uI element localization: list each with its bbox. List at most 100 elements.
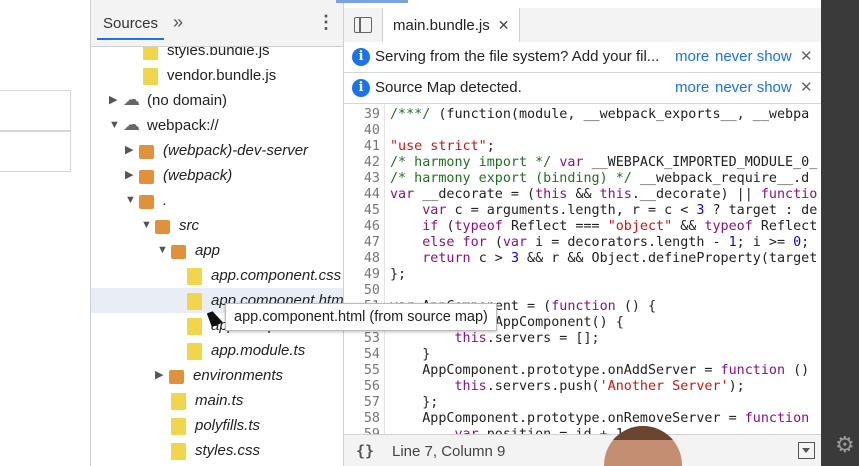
code-text: "use strict"; <box>390 139 495 154</box>
collapse-triangle-icon[interactable]: ▼ <box>157 238 169 263</box>
more-link[interactable]: more <box>675 79 709 96</box>
more-tabs-icon[interactable]: » <box>173 12 183 33</box>
tab-sources[interactable]: Sources <box>97 10 165 40</box>
tree-item[interactable]: ▶ environments <box>91 363 343 388</box>
tree-item-label: webpack:// <box>147 117 219 134</box>
expand-triangle-icon[interactable]: ▶ <box>155 363 167 388</box>
tree-item-label: styles.css <box>195 442 261 459</box>
right-edge-panel: ⚙ <box>821 0 859 466</box>
folder-icon <box>139 195 154 209</box>
line-number[interactable]: 47 <box>344 235 380 251</box>
file-icon <box>171 393 186 410</box>
file-icon <box>171 443 186 460</box>
expand-triangle-icon[interactable]: ▶ <box>125 138 137 163</box>
toggle-navigator-icon[interactable] <box>354 17 372 33</box>
infobar-sourcemap: i Source Map detected. more never show ✕ <box>344 73 821 104</box>
file-icon <box>171 418 186 435</box>
line-number[interactable]: 39 <box>344 107 380 123</box>
more-link[interactable]: more <box>675 48 709 65</box>
line-number[interactable]: 59 <box>344 427 380 434</box>
tree-item[interactable]: ▼. <box>91 188 343 213</box>
kebab-menu-icon[interactable]: ⋮ <box>317 12 335 33</box>
tree-item-label: src <box>179 217 199 234</box>
gutter-divider <box>384 104 385 434</box>
left-panel-box-2 <box>0 130 71 172</box>
line-number[interactable]: 48 <box>344 251 380 267</box>
info-icon: i <box>352 79 370 97</box>
cloud-icon: ☁ <box>123 90 140 109</box>
tree-item-label: vendor.bundle.js <box>167 67 277 84</box>
close-tab-icon[interactable]: ✕ <box>498 17 510 33</box>
tree-item[interactable]: main.ts <box>91 388 343 413</box>
close-icon[interactable]: ✕ <box>800 78 813 96</box>
tree-item-label: main.ts <box>195 392 244 409</box>
tree-item[interactable]: app.module.ts <box>91 338 343 363</box>
editor-statusbar: {} Line 7, Column 9 <box>344 434 821 466</box>
file-icon <box>187 318 202 335</box>
tab-main-bundle[interactable]: main.bundle.js ✕ <box>382 8 521 42</box>
line-number[interactable]: 54 <box>344 347 380 363</box>
code-text: /***/ (function(module, __webpack_export… <box>390 107 810 122</box>
line-number[interactable]: 50 <box>344 283 380 299</box>
close-icon[interactable]: ✕ <box>800 47 813 65</box>
console-drawer-icon[interactable] <box>798 442 815 459</box>
line-number[interactable]: 42 <box>344 155 380 171</box>
tree-item-label: polyfills.ts <box>195 417 261 434</box>
collapse-triangle-icon[interactable]: ▼ <box>109 113 121 138</box>
tree-item[interactable]: polyfills.ts <box>91 413 343 438</box>
line-number[interactable]: 44 <box>344 187 380 203</box>
line-number[interactable]: 43 <box>344 171 380 187</box>
tree-item[interactable]: ▼ app <box>91 238 343 263</box>
tree-item[interactable]: ▼ ☁ webpack:// <box>91 113 343 138</box>
infobar-message: Serving from the file system? Add your f… <box>375 48 660 65</box>
tooltip: app.component.html (from source map) <box>225 303 497 331</box>
sources-navigator: styles.bundle.js vendor.bundle.js ▶ ☁ (no do… <box>91 0 344 466</box>
code-text: return c > 3 && r && Object.defineProper… <box>422 251 818 266</box>
tree-item[interactable]: app.component.css <box>91 263 343 288</box>
line-number[interactable]: 53 <box>344 331 380 347</box>
code-text: this.servers = []; <box>454 331 600 346</box>
code-view[interactable]: 39 /***/ (function(module, __webpack_expo… <box>344 104 821 434</box>
line-number[interactable]: 40 <box>344 123 380 139</box>
editor-panel: main.bundle.js ✕ i Serving from the file … <box>344 0 821 466</box>
code-text: /* harmony import */ var __WEBPACK_IMPOR… <box>390 155 818 170</box>
cursor-position: Line 7, Column 9 <box>392 443 506 460</box>
expand-triangle-icon[interactable]: ▶ <box>125 163 137 188</box>
tree-item[interactable]: ▶ (webpack)-dev-server <box>91 138 343 163</box>
line-number[interactable]: 56 <box>344 379 380 395</box>
folder-icon <box>171 245 186 259</box>
line-number[interactable]: 46 <box>344 219 380 235</box>
tree-item[interactable]: ▶ (webpack) <box>91 163 343 188</box>
line-number[interactable]: 55 <box>344 363 380 379</box>
file-icon <box>187 343 202 360</box>
code-text: else for (var i = decorators.length - 1;… <box>422 235 810 250</box>
tree-item[interactable]: vendor.bundle.js <box>91 63 343 88</box>
tree-item[interactable]: ▼ src <box>91 213 343 238</box>
line-number[interactable]: 49 <box>344 267 380 283</box>
tree-item[interactable]: ▶ ☁ (no domain) <box>91 88 343 113</box>
tree-item[interactable]: styles.css <box>91 438 343 463</box>
code-text: if (typeof Reflect === "object" && typeo… <box>422 219 818 234</box>
tab-label: main.bundle.js <box>393 17 490 34</box>
collapse-triangle-icon[interactable]: ▼ <box>141 213 153 238</box>
gear-icon[interactable]: ⚙ <box>835 432 855 458</box>
infobar-filesystem: i Serving from the file system? Add your… <box>344 42 821 73</box>
tree-item-label: (webpack)-dev-server <box>163 142 309 159</box>
line-number[interactable]: 41 <box>344 139 380 155</box>
tree-item-label: (webpack) <box>163 167 233 184</box>
code-text: }; <box>390 395 439 410</box>
code-text: }; <box>390 267 407 282</box>
code-text: } <box>390 347 431 362</box>
never-show-link[interactable]: never show <box>715 79 792 96</box>
expand-triangle-icon[interactable]: ▶ <box>109 88 121 113</box>
code-text: var __decorate = (this && this.__decorat… <box>390 187 818 202</box>
line-number[interactable]: 58 <box>344 411 380 427</box>
file-icon <box>187 268 202 285</box>
file-icon <box>187 293 202 310</box>
collapse-triangle-icon[interactable]: ▼ <box>125 188 137 213</box>
pretty-print-icon[interactable]: {} <box>356 442 374 460</box>
line-number[interactable]: 57 <box>344 395 380 411</box>
editor-tab-strip: main.bundle.js ✕ <box>344 8 821 43</box>
line-number[interactable]: 45 <box>344 203 380 219</box>
never-show-link[interactable]: never show <box>715 48 792 65</box>
